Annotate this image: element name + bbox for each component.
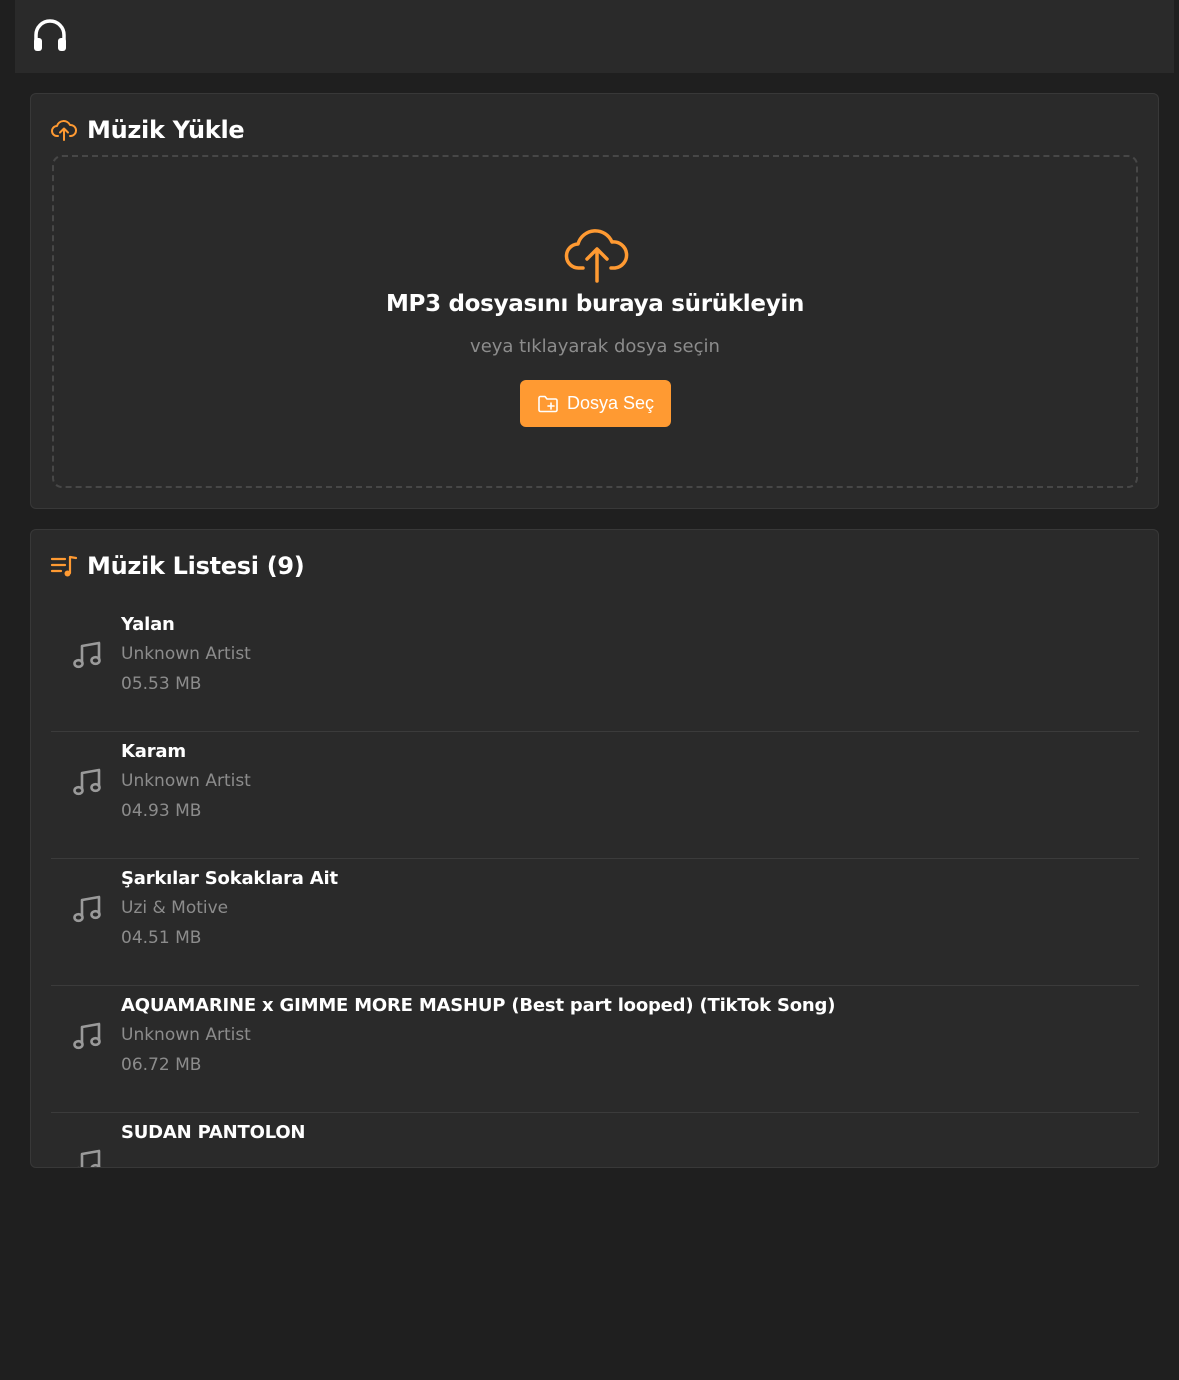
track-title: SUDAN PANTOLON: [121, 1122, 306, 1143]
upload-card: Müzik Yükle MP3 dosyasını buraya sürükle…: [30, 93, 1159, 509]
track-title: Karam: [121, 741, 186, 762]
dropzone-title: MP3 dosyasını buraya sürükleyin: [385, 291, 805, 317]
music-list-title: Müzik Listesi (9): [50, 552, 305, 580]
track-artist: Uzi & Motive: [121, 898, 229, 918]
track-artist: Unknown Artist: [121, 1025, 251, 1045]
music-list-title-text: Müzik Listesi (9): [87, 552, 305, 580]
music-note-icon: [77, 1149, 101, 1167]
track-item[interactable]: Yalan Unknown Artist 05.53 MB: [51, 605, 1139, 732]
headphones-icon[interactable]: [32, 16, 68, 54]
music-note-icon: [73, 768, 101, 796]
dropzone-subtitle: veya tıklayarak dosya seçin: [470, 336, 720, 357]
upload-card-title: Müzik Yükle: [50, 116, 245, 144]
track-item[interactable]: SUDAN PANTOLON: [51, 1113, 1139, 1167]
track-item[interactable]: AQUAMARINE x GIMME MORE MASHUP (Best par…: [51, 986, 1139, 1113]
track-title: Şarkılar Sokaklara Ait: [121, 868, 338, 889]
track-item[interactable]: Şarkılar Sokaklara Ait Uzi & Motive 04.5…: [51, 859, 1139, 986]
music-note-icon: [73, 641, 101, 669]
track-size: 04.93 MB: [121, 801, 202, 821]
file-dropzone[interactable]: MP3 dosyasını buraya sürükleyin veya tık…: [52, 155, 1138, 488]
cloud-upload-icon: [51, 120, 77, 141]
track-size: 06.72 MB: [121, 1055, 202, 1075]
music-list-card: Müzik Listesi (9) Yalan Unknown Artist 0…: [30, 529, 1159, 1168]
upload-title-text: Müzik Yükle: [87, 116, 245, 144]
choose-file-label: Dosya Seç: [566, 393, 655, 413]
track-title: AQUAMARINE x GIMME MORE MASHUP (Best par…: [121, 995, 836, 1016]
folder-add-icon: [538, 395, 558, 412]
track-artist: Unknown Artist: [121, 644, 251, 664]
track-artist: Unknown Artist: [121, 771, 251, 791]
track-size: 04.51 MB: [121, 928, 202, 948]
top-bar: [15, 0, 1174, 73]
cloud-upload-icon: [564, 229, 629, 283]
track-size: 05.53 MB: [121, 674, 202, 694]
music-note-icon: [73, 1022, 101, 1050]
choose-file-button[interactable]: Dosya Seç: [520, 380, 671, 427]
music-note-icon: [73, 895, 101, 923]
track-item[interactable]: Karam Unknown Artist 04.93 MB: [51, 732, 1139, 859]
track-title: Yalan: [121, 614, 175, 635]
track-list: Yalan Unknown Artist 05.53 MB Karam Unkn…: [51, 605, 1139, 1167]
playlist-icon: [50, 555, 78, 577]
